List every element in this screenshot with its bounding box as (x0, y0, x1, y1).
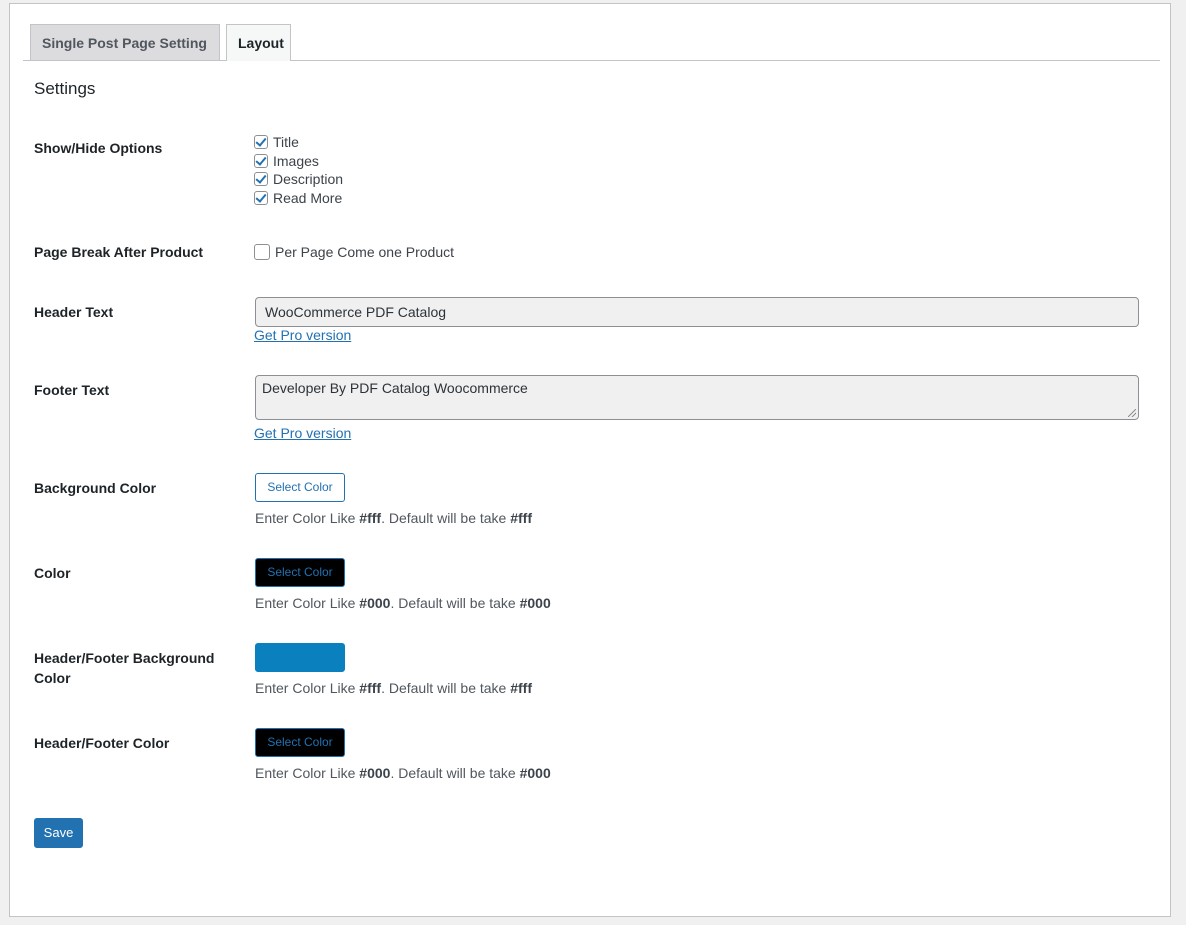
color-button[interactable]: Select Color (255, 558, 345, 587)
header-text-input[interactable]: WooCommerce PDF Catalog (255, 297, 1139, 327)
background-color-hint: Enter Color Like #fff. Default will be t… (255, 510, 533, 526)
header-footer-bg-hint: Enter Color Like #fff. Default will be t… (255, 680, 533, 696)
header-footer-bg-button[interactable] (255, 643, 345, 672)
save-button[interactable]: Save (34, 818, 83, 848)
checkbox-images-row[interactable]: Images (254, 152, 319, 170)
checkbox-images[interactable] (254, 154, 268, 168)
checkbox-title-label: Title (273, 134, 299, 150)
checkbox-description-label: Description (273, 171, 344, 187)
header-text-label: Header Text (34, 304, 114, 320)
checkbox-read-more-label: Read More (273, 190, 343, 206)
tab-single-post-page-setting[interactable]: Single Post Page Setting (30, 24, 220, 60)
header-footer-color-label: Header/Footer Color (34, 735, 170, 751)
show-hide-label: Show/Hide Options (34, 140, 163, 156)
checkbox-read-more-row[interactable]: Read More (254, 189, 342, 207)
color-hint: Enter Color Like #000. Default will be t… (255, 595, 551, 611)
checkbox-description-row[interactable]: Description (254, 170, 343, 188)
checkbox-page-break-label: Per Page Come one Product (275, 244, 454, 260)
background-color-button[interactable]: Select Color (255, 473, 345, 502)
tab-layout[interactable]: Layout (226, 24, 291, 61)
checkbox-page-break[interactable] (254, 244, 270, 260)
color-label: Color (34, 565, 71, 581)
settings-panel: Single Post Page Setting Layout Settings… (9, 3, 1171, 917)
background-color-label: Background Color (34, 480, 157, 496)
header-text-pro-link[interactable]: Get Pro version (254, 327, 351, 343)
header-footer-bg-label: Header/Footer Background Color (34, 650, 215, 686)
resize-grip-icon[interactable] (1128, 409, 1136, 417)
page-break-label: Page Break After Product (34, 244, 204, 260)
header-footer-color-hint: Enter Color Like #000. Default will be t… (255, 765, 551, 781)
footer-text-pro-link[interactable]: Get Pro version (254, 425, 351, 441)
checkbox-description[interactable] (254, 172, 268, 186)
footer-text-label: Footer Text (34, 382, 110, 398)
tab-bar: Single Post Page Setting Layout (23, 24, 1160, 61)
checkbox-title-row[interactable]: Title (254, 133, 299, 151)
checkbox-read-more[interactable] (254, 191, 268, 205)
footer-text-value: Developer By PDF Catalog Woocommerce (262, 380, 528, 396)
checkbox-page-break-row[interactable]: Per Page Come one Product (254, 243, 454, 261)
footer-text-textarea[interactable]: Developer By PDF Catalog Woocommerce (255, 375, 1139, 420)
header-footer-color-button[interactable]: Select Color (255, 728, 345, 757)
checkbox-images-label: Images (273, 153, 319, 169)
checkbox-title[interactable] (254, 135, 268, 149)
section-title: Settings (34, 79, 96, 98)
